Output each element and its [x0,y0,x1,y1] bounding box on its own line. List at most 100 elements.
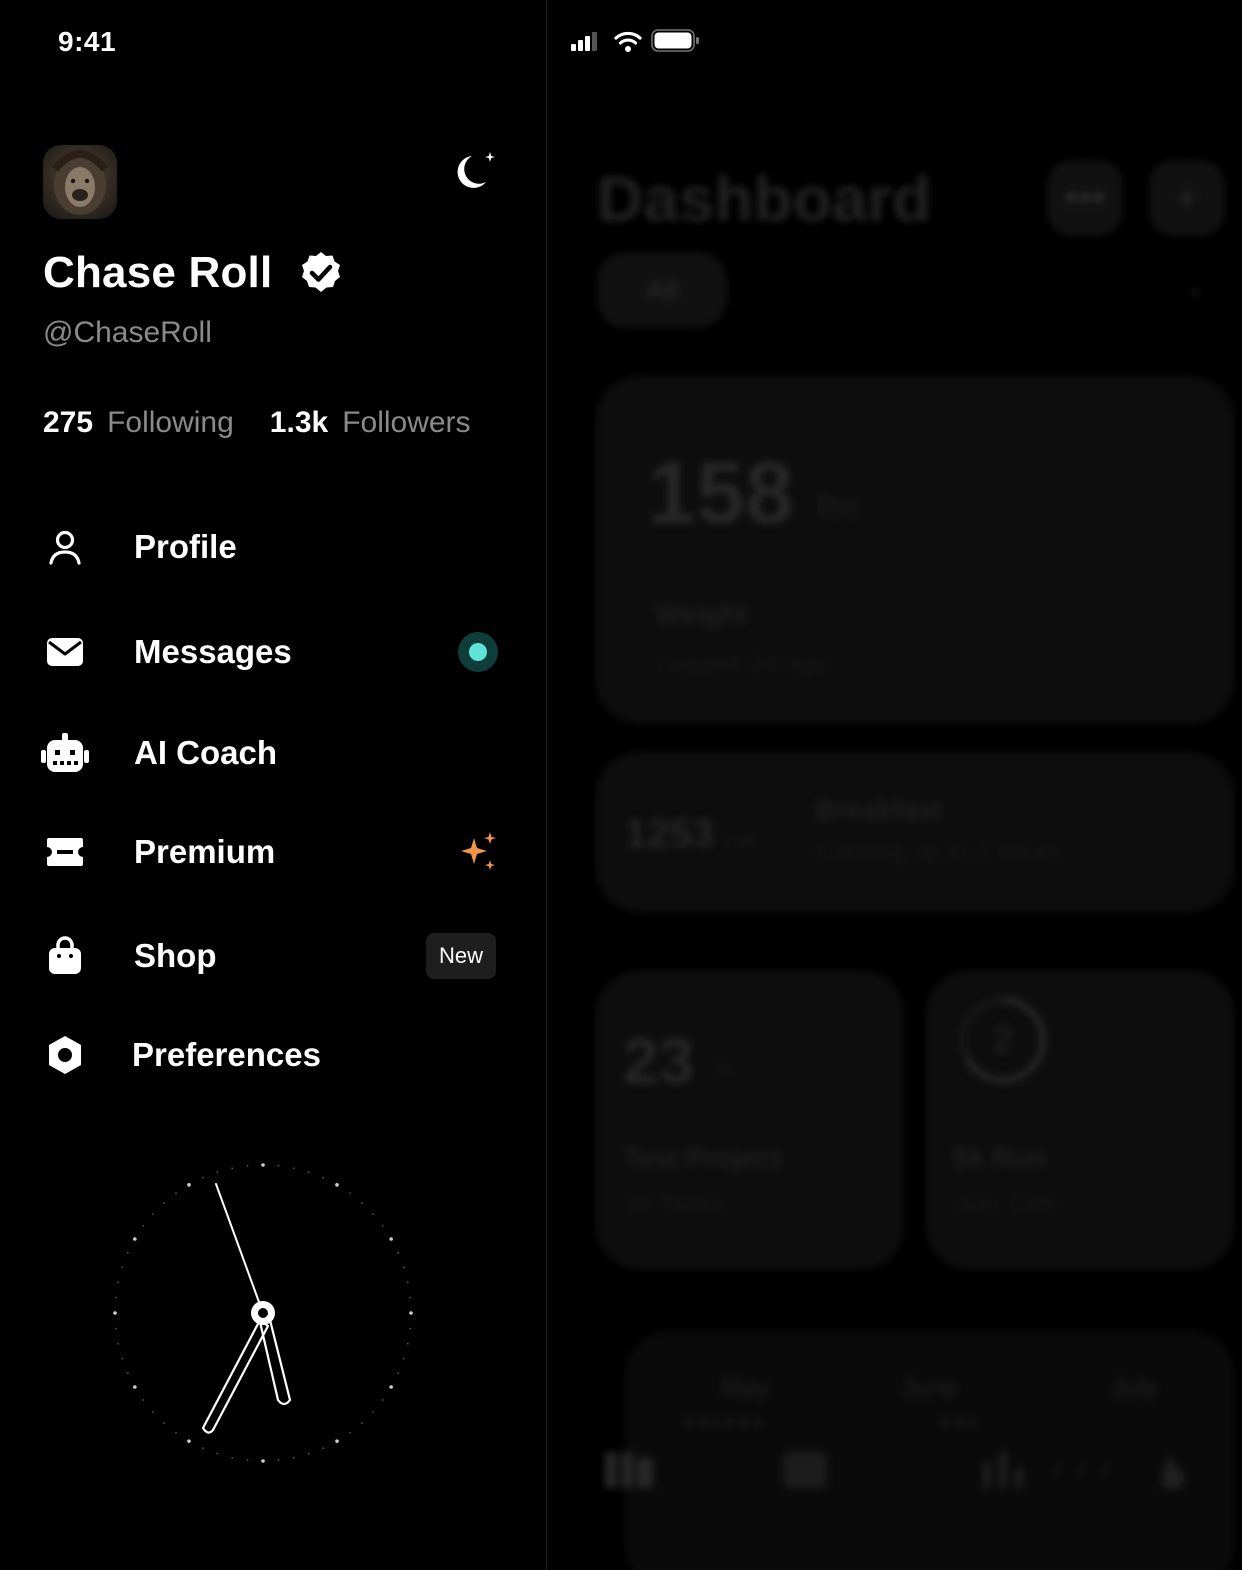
project-unit: % [713,1054,737,1084]
clock-tick [175,1431,177,1434]
profile-handle: @ChaseRoll [43,316,212,349]
clock-tick [402,1357,405,1360]
clock-tick [152,1411,154,1413]
following-count[interactable]: 275 [43,406,93,440]
clock-tick [361,1422,363,1424]
menu-label: Messages [134,633,292,670]
project-title: Test Project [623,1142,782,1173]
clock-tick [231,1456,234,1459]
bottom-tab-bar [605,1452,1185,1490]
clock-tick [307,1452,310,1455]
menu-item-ai-coach[interactable]: AI Coach [0,713,546,793]
clock-tick [216,1452,219,1455]
menu-item-messages[interactable]: Messages [0,612,546,692]
weight-card: 158 lbs Weight Logged 2d ago [595,376,1235,724]
run-number: 2 [993,1019,1013,1060]
dark-mode-toggle-icon[interactable] [446,148,500,196]
dashboard-background: Dashboard ••• + All ⌄ 158 lbs Weight Log… [547,0,1242,1570]
followers-label[interactable]: Followers [342,406,470,440]
meal-cal-unit: cal [723,824,757,854]
sparkle-icon [461,832,496,870]
month-label: July [1111,1372,1158,1402]
clock-tick [292,1456,295,1459]
ticket-icon [40,827,90,877]
clock-tick [201,1176,204,1179]
drawer-divider [546,0,547,1570]
weight-label: Weight [655,598,748,629]
menu-item-profile[interactable]: Profile [0,507,546,587]
clock-tick [409,1311,413,1315]
clock-tick [335,1183,339,1187]
meal-sub: Coming up in 2 hours [815,836,1063,866]
menu-item-shop[interactable]: Shop New [0,916,546,996]
clock-tick [142,1225,145,1227]
status-time: 9:41 [58,26,117,57]
weight-value: 158 [647,443,794,542]
month-label: May [721,1372,771,1402]
clock-tick [117,1281,120,1284]
clock-tick [152,1213,154,1215]
more-options-button: ••• [1047,160,1123,236]
run-sub: July 13th [953,1188,1058,1218]
clock-tick [246,1164,249,1167]
menu-label: Premium [134,833,276,870]
person-icon [40,522,90,572]
menu-item-preferences[interactable]: Preferences [0,1015,546,1095]
hexagon-settings-icon [40,1030,90,1080]
clock-tick [372,1411,374,1413]
meal-cal: 1253 [625,812,714,856]
progress-ring-icon: 2 [960,997,1046,1083]
clock-tick [389,1385,393,1389]
menu-label: Shop [134,937,217,974]
menu-label: Preferences [132,1036,321,1073]
avatar[interactable] [43,145,117,219]
menu-item-premium[interactable]: Premium [0,812,546,892]
clock-tick [409,1327,412,1330]
calendar-dots: ••• [941,1410,983,1435]
clock-tick [163,1202,165,1204]
clock-tick [113,1311,117,1315]
clock-tick [246,1459,249,1462]
clock-tick [381,1225,384,1227]
clock-tick [216,1171,219,1174]
weight-unit: lbs [817,488,861,526]
profile-name-row: Chase Roll [43,248,344,298]
clock-tick [261,1459,265,1463]
clock-tick [389,1237,393,1241]
followers-count[interactable]: 1.3k [270,406,328,440]
clock-tick [133,1385,137,1389]
clock-tick [121,1357,124,1360]
wifi-icon [614,31,642,52]
meal-card: 1253 cal Breakfast Coming up in 2 hours [595,752,1235,912]
clock-tick [372,1213,374,1215]
following-label[interactable]: Following [107,406,234,440]
filter-pill: All [597,252,727,328]
cellular-signal-icon [571,32,597,51]
clock-tick [126,1372,129,1375]
clock-tick [361,1202,363,1204]
clock-tick [114,1296,117,1299]
clock-tick [322,1447,325,1450]
clock-tick [126,1251,129,1254]
clock-hour-hand [201,1318,270,1434]
month-label: June [901,1372,958,1402]
analog-clock-icon [113,1163,413,1463]
clock-tick [231,1167,234,1170]
clock-tick [142,1399,145,1401]
clock-tick [409,1296,412,1299]
clock-tick [163,1422,165,1424]
weight-sub: Logged 2d ago [655,648,829,678]
clock-tick [121,1266,124,1269]
clock-tick [175,1192,177,1195]
run-title: 5k Run [953,1142,1047,1173]
clock-tick [133,1237,137,1241]
project-sub: 10 Tasks [623,1188,726,1218]
robot-icon [40,728,90,778]
verified-badge-icon [302,252,341,292]
clock-tick [397,1372,400,1375]
clock-tick [277,1459,280,1462]
clock-tick [349,1431,351,1434]
clock-tick [322,1176,325,1179]
clock-tick [406,1281,409,1284]
profile-name: Chase Roll [43,248,273,297]
